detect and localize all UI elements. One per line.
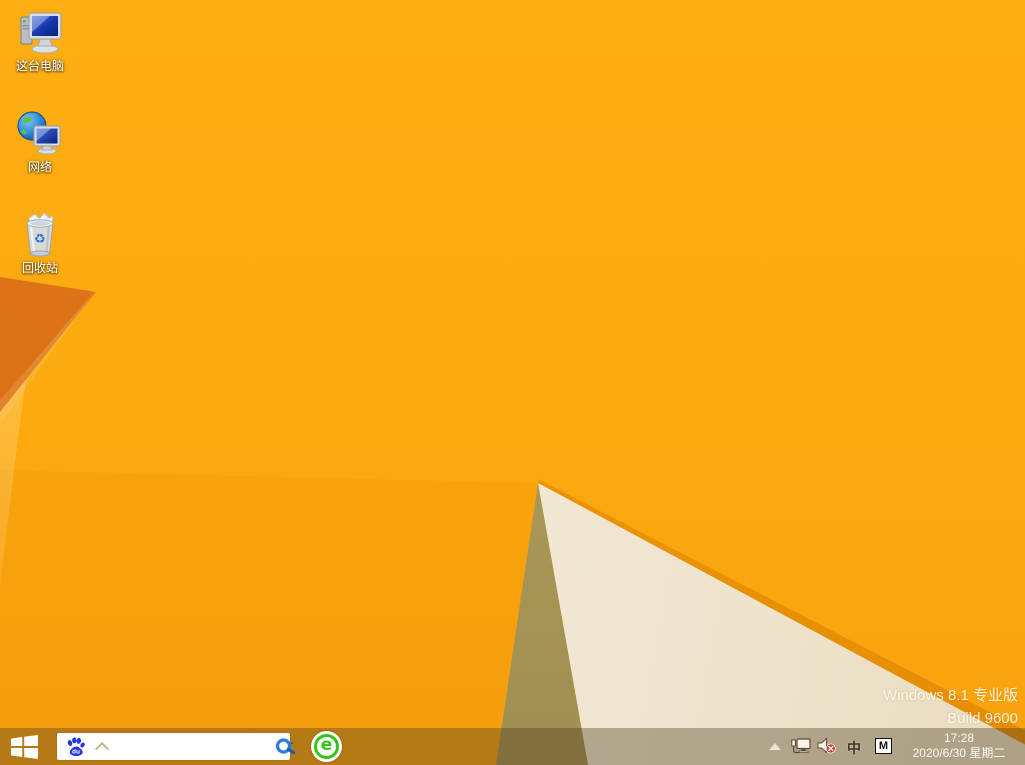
desktop-icon-grid: 这台电脑 [8,8,72,275]
svg-text:♻: ♻ [34,232,46,247]
watermark-edition: Windows 8.1 专业版 [883,684,1018,707]
desktop-icon-label: 回收站 [22,261,58,275]
start-button[interactable] [0,728,48,765]
baidu-search-icon[interactable] [274,736,296,758]
ime-mode-badge[interactable]: M [875,738,892,754]
windows-desktop: 这台电脑 [0,0,1025,765]
desktop-icon-this-pc[interactable]: 这台电脑 [8,8,72,73]
this-pc-icon [16,8,64,56]
desktop-icon-recycle-bin[interactable]: ♻ 回收站 [8,210,72,275]
network-icon [16,109,64,157]
taskbar-clock[interactable]: 17:28 2020/6/30 星期二 [899,731,1019,761]
search-input[interactable] [107,737,274,757]
desktop-icon-network[interactable]: 网络 [8,109,72,174]
volume-muted-icon[interactable] [817,737,837,756]
windows-start-icon [11,735,38,759]
clock-date: 2020/6/30 星期二 [899,746,1019,761]
green-e-browser-icon: e [314,734,339,759]
desktop-icon-label: 网络 [28,160,52,174]
taskbar-search-box[interactable]: du [57,733,290,760]
taskbar: du e 中 [0,728,1025,765]
watermark-build: Build 9600 [883,707,1018,730]
recycle-bin-icon: ♻ [16,210,64,258]
build-watermark: Windows 8.1 专业版 Build 9600 [883,684,1018,730]
clock-time: 17:28 [899,731,1019,746]
browser-button[interactable]: e [311,731,342,762]
wired-network-icon[interactable] [791,737,811,756]
baidu-du-text: du [72,748,80,755]
show-hidden-icons-button[interactable] [769,743,781,750]
desktop-icon-label: 这台电脑 [16,59,64,73]
baidu-paw-icon[interactable]: du [65,736,87,758]
browser-letter: e [321,737,333,754]
ime-language-indicator[interactable]: 中 [847,738,861,758]
